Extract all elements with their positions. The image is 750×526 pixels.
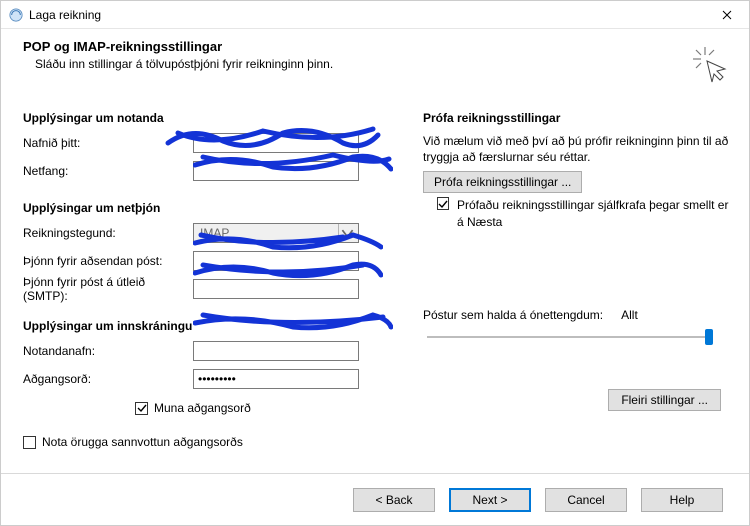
- email-label: Netfang:: [23, 164, 193, 178]
- test-settings-button[interactable]: Prófa reikningsstillingar ...: [423, 171, 582, 193]
- name-input[interactable]: [193, 133, 359, 153]
- footer: < Back Next > Cancel Help: [1, 473, 749, 525]
- section-user-title: Upplýsingar um notanda: [23, 111, 393, 125]
- outgoing-label: Þjónn fyrir póst á útleið (SMTP):: [23, 275, 193, 303]
- auto-test-label: Prófaðu reikningsstillingar sjálfkrafa þ…: [457, 197, 729, 229]
- titlebar: Laga reikning: [1, 1, 749, 29]
- account-type-label: Reikningstegund:: [23, 226, 193, 240]
- spa-checkbox[interactable]: [23, 436, 36, 449]
- incoming-label: Þjónn fyrir aðsendan póst:: [23, 254, 193, 268]
- slider-thumb[interactable]: [705, 329, 713, 345]
- incoming-input[interactable]: [193, 251, 359, 271]
- section-test-title: Prófa reikningsstillingar: [423, 111, 729, 125]
- left-column: Upplýsingar um notanda Nafnið þitt: Netf…: [23, 111, 393, 449]
- help-button[interactable]: Help: [641, 488, 723, 512]
- more-settings-button[interactable]: Fleiri stillingar ...: [608, 389, 721, 411]
- offline-value: Allt: [621, 308, 638, 322]
- password-label: Aðgangsorð:: [23, 372, 193, 386]
- dialog-window: Laga reikning POP og IMAP-reikningsstill…: [0, 0, 750, 526]
- close-button[interactable]: [711, 5, 743, 25]
- offline-label: Póstur sem halda á ónettengdum:: [423, 308, 603, 322]
- account-type-value: IMAP: [200, 226, 229, 240]
- section-server-title: Upplýsingar um netþjón: [23, 201, 393, 215]
- header-subtitle: Sláðu inn stillingar á tölvupóstþjóni fy…: [35, 57, 729, 71]
- outgoing-input[interactable]: [193, 279, 359, 299]
- spa-label: Nota örugga sannvottun aðgangsorðs: [42, 435, 243, 449]
- chevron-down-icon: [338, 224, 356, 242]
- account-type-select[interactable]: IMAP: [193, 223, 359, 243]
- username-input[interactable]: [193, 341, 359, 361]
- slider-track: [427, 336, 709, 338]
- test-description: Við mælum við með því að þú prófir reikn…: [423, 133, 729, 165]
- next-button[interactable]: Next >: [449, 488, 531, 512]
- auto-test-checkbox[interactable]: [437, 197, 449, 210]
- name-label: Nafnið þitt:: [23, 136, 193, 150]
- section-logon-title: Upplýsingar um innskráningu: [23, 319, 393, 333]
- header: POP og IMAP-reikningsstillingar Sláðu in…: [1, 29, 749, 93]
- offline-slider[interactable]: [423, 326, 713, 348]
- remember-password-label: Muna aðgangsorð: [154, 401, 251, 415]
- cursor-click-icon: [691, 45, 731, 85]
- password-input[interactable]: [193, 369, 359, 389]
- email-input[interactable]: [193, 161, 359, 181]
- remember-password-checkbox[interactable]: [135, 402, 148, 415]
- header-title: POP og IMAP-reikningsstillingar: [23, 39, 729, 54]
- app-icon: [9, 8, 23, 22]
- username-label: Notandanafn:: [23, 344, 193, 358]
- back-button[interactable]: < Back: [353, 488, 435, 512]
- window-title: Laga reikning: [29, 8, 101, 22]
- cancel-button[interactable]: Cancel: [545, 488, 627, 512]
